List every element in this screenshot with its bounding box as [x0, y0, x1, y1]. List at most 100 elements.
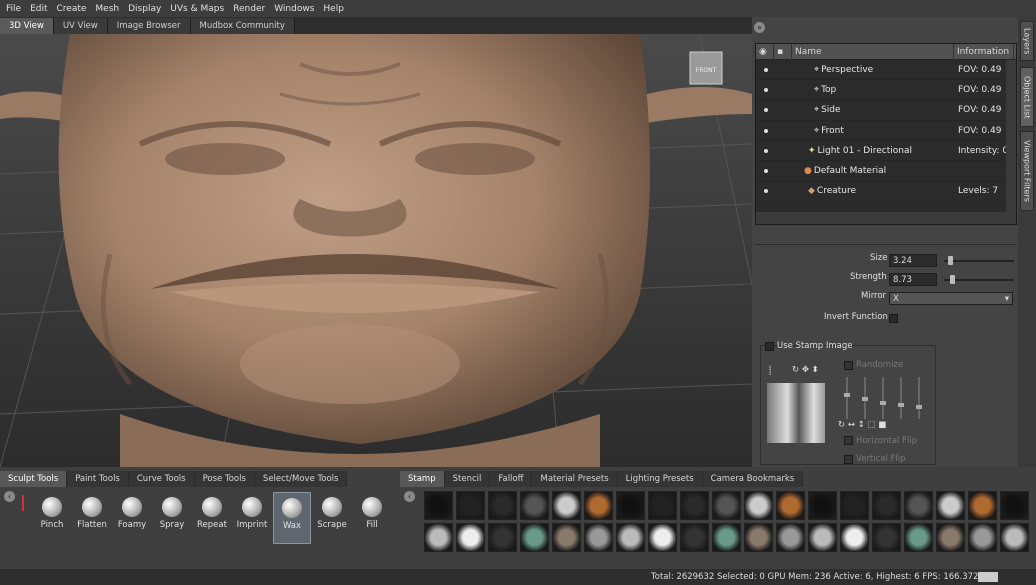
tab-object-list[interactable]: Object List — [1020, 67, 1034, 127]
stamp-thumbnail[interactable] — [904, 523, 933, 552]
menu-item[interactable]: Display — [126, 4, 168, 14]
stamp-thumbnail[interactable] — [1000, 491, 1029, 520]
view-tab[interactable]: Image Browser — [107, 18, 191, 34]
menu-item[interactable]: File — [4, 4, 28, 14]
stamp-thumbnail[interactable] — [872, 491, 901, 520]
stamp-thumbnail[interactable] — [840, 491, 869, 520]
stamp-thumbnail[interactable] — [936, 491, 965, 520]
stamp-thumbnail[interactable] — [456, 523, 485, 552]
visibility-dot-icon[interactable] — [764, 189, 768, 194]
stamp-thumbnail[interactable] — [456, 491, 485, 520]
preset-tab[interactable]: Camera Bookmarks — [702, 471, 804, 487]
strength-slider-thumb[interactable] — [949, 275, 955, 284]
menu-item[interactable]: Windows — [272, 4, 321, 14]
size-slider[interactable] — [944, 260, 1014, 262]
stamp-thumbnail[interactable] — [808, 523, 837, 552]
stamp-thumbnail[interactable] — [744, 523, 773, 552]
view-tab[interactable]: UV View — [53, 18, 108, 34]
object-list-row[interactable]: ⌖ Perspective FOV: 0.49 — [756, 60, 1016, 81]
object-list-row[interactable]: ✦ Light 01 - Directional Intensity: 0. — [756, 141, 1016, 162]
menu-item[interactable]: Mesh — [93, 4, 126, 14]
preset-tab[interactable]: Falloff — [490, 471, 533, 487]
object-list-row[interactable]: ● Default Material — [756, 161, 1016, 182]
tool-fill[interactable]: Fill — [353, 492, 391, 544]
menu-item[interactable]: UVs & Maps — [168, 4, 231, 14]
stamp-thumbnail[interactable] — [488, 491, 517, 520]
vertical-flip-checkbox[interactable] — [844, 455, 853, 464]
visibility-dot-icon[interactable] — [764, 87, 768, 92]
collapse-panel-button[interactable]: » — [754, 22, 765, 33]
stamp-thumbnail[interactable] — [488, 523, 517, 552]
name-column-header[interactable]: Name — [792, 43, 954, 60]
stamp-tool-icons[interactable]: ↻ ↔ ↕ ⬚ ■ — [838, 420, 886, 430]
size-field[interactable]: 3.24 — [889, 254, 937, 267]
tab-layers[interactable]: Layers — [1020, 21, 1034, 61]
tool-imprint[interactable]: Imprint — [233, 492, 271, 544]
menu-item[interactable]: Help — [321, 4, 351, 14]
stamp-thumbnail[interactable] — [424, 523, 453, 552]
presets-collapse-button[interactable]: ‹ — [404, 491, 415, 502]
stamp-thumbnail-grid[interactable] — [420, 489, 1036, 555]
stamp-thumbnail[interactable] — [968, 523, 997, 552]
stamp-thumbnail[interactable] — [648, 523, 677, 552]
tool-spray[interactable]: Spray — [153, 492, 191, 544]
stamp-thumbnail[interactable] — [712, 523, 741, 552]
stamp-thumbnail[interactable] — [904, 491, 933, 520]
tool-pinch[interactable]: Pinch — [33, 492, 71, 544]
horizontal-flip-checkbox[interactable] — [844, 436, 853, 445]
object-list-row[interactable]: ⌖ Top FOV: 0.49 — [756, 80, 1016, 101]
visibility-column-icon[interactable]: ◉ — [756, 43, 774, 60]
visibility-dot-icon[interactable] — [764, 169, 768, 174]
randomize-checkbox[interactable] — [844, 361, 853, 370]
tool-flatten[interactable]: Flatten — [73, 492, 111, 544]
visibility-dot-icon[interactable] — [764, 108, 768, 113]
stamp-thumbnail[interactable] — [776, 491, 805, 520]
stamp-thumbnail[interactable] — [552, 523, 581, 552]
stamp-thumbnail[interactable] — [584, 491, 613, 520]
stamp-thumbnail[interactable] — [424, 491, 453, 520]
stamp-thumbnail[interactable] — [1000, 523, 1029, 552]
stamp-thumbnail[interactable] — [840, 523, 869, 552]
rotate-icon[interactable]: ↻ ✥ ⬍ — [792, 365, 819, 375]
pin-icon[interactable]: ⸽ — [769, 365, 771, 376]
mirror-dropdown[interactable]: X ▾ — [889, 292, 1013, 305]
size-slider-thumb[interactable] — [947, 256, 953, 265]
stamp-thumbnail[interactable] — [808, 491, 837, 520]
invert-function-checkbox[interactable] — [889, 314, 898, 323]
tools-collapse-button[interactable]: ‹ — [4, 491, 15, 502]
tool-tab[interactable]: Sculpt Tools — [0, 471, 68, 487]
visibility-dot-icon[interactable] — [764, 67, 768, 72]
preset-tab[interactable]: Material Presets — [532, 471, 618, 487]
stamp-thumbnail[interactable] — [712, 491, 741, 520]
object-list-row[interactable]: ⌖ Front FOV: 0.49 — [756, 121, 1016, 142]
tool-tab[interactable]: Select/Move Tools — [254, 471, 348, 487]
stamp-thumbnail[interactable] — [616, 491, 645, 520]
stamp-thumbnail[interactable] — [776, 523, 805, 552]
stamp-thumbnail[interactable] — [744, 491, 773, 520]
preset-tab[interactable]: Stencil — [444, 471, 491, 487]
tool-repeat[interactable]: Repeat — [193, 492, 231, 544]
use-stamp-checkbox[interactable] — [765, 342, 774, 351]
tool-foamy[interactable]: Foamy — [113, 492, 151, 544]
menu-item[interactable]: Create — [55, 4, 94, 14]
tool-tab[interactable]: Paint Tools — [67, 471, 129, 487]
object-list-row[interactable]: ⌖ Side FOV: 0.49 — [756, 101, 1016, 121]
lock-column-icon[interactable]: ▪ — [774, 43, 792, 60]
stamp-thumbnail[interactable] — [520, 491, 549, 520]
tab-viewport-filters[interactable]: Viewport Filters — [1020, 131, 1034, 211]
tool-tab[interactable]: Pose Tools — [194, 471, 255, 487]
stamp-thumbnail[interactable] — [936, 523, 965, 552]
stamp-thumbnail[interactable] — [968, 491, 997, 520]
tool-wax[interactable]: Wax — [273, 492, 311, 544]
view-tab[interactable]: 3D View — [0, 18, 54, 34]
stamp-thumbnail[interactable] — [872, 523, 901, 552]
tool-tab[interactable]: Curve Tools — [128, 471, 195, 487]
object-list-row[interactable]: ◆ Creature Levels: 7 — [756, 182, 1016, 203]
stamp-thumbnail[interactable] — [584, 523, 613, 552]
strength-field[interactable]: 8.73 — [889, 273, 937, 286]
visibility-dot-icon[interactable] — [764, 148, 768, 153]
stamp-thumbnail[interactable] — [552, 491, 581, 520]
menu-item[interactable]: Edit — [28, 4, 54, 14]
info-column-header[interactable]: Information — [954, 43, 1014, 60]
tool-scrape[interactable]: Scrape — [313, 492, 351, 544]
